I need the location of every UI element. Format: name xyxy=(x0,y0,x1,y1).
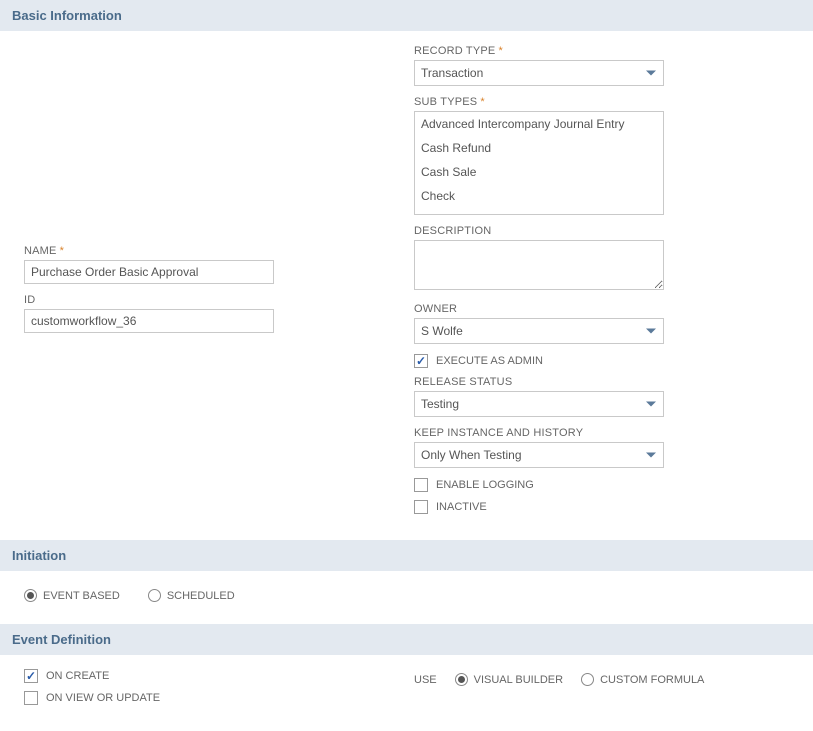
section-header-initiation: Initiation xyxy=(0,540,813,571)
id-input[interactable] xyxy=(24,309,274,333)
visual-builder-radio[interactable] xyxy=(455,673,468,686)
keep-instance-select[interactable]: Only When Testing xyxy=(414,442,664,468)
keep-instance-label: KEEP INSTANCE AND HISTORY xyxy=(414,427,789,439)
owner-label: OWNER xyxy=(414,303,789,315)
section-header-basic-info: Basic Information xyxy=(0,0,813,31)
use-label: USE xyxy=(414,674,437,686)
chevron-down-icon xyxy=(646,453,656,458)
event-based-label: EVENT BASED xyxy=(43,590,120,602)
enable-logging-checkbox[interactable] xyxy=(414,478,428,492)
inactive-label: INACTIVE xyxy=(436,501,487,513)
section-body-event-def: ON CREATE ON VIEW OR UPDATE USE VISUAL B… xyxy=(0,655,813,731)
list-item[interactable]: Cash Refund xyxy=(415,136,663,160)
record-type-select[interactable]: Transaction xyxy=(414,60,664,86)
sub-types-listbox[interactable]: Advanced Intercompany Journal Entry Cash… xyxy=(414,111,664,215)
sub-types-label: SUB TYPES* xyxy=(414,96,789,108)
execute-as-admin-checkbox[interactable] xyxy=(414,354,428,368)
on-view-or-update-checkbox[interactable] xyxy=(24,691,38,705)
inactive-checkbox[interactable] xyxy=(414,500,428,514)
chevron-down-icon xyxy=(646,329,656,334)
required-asterisk: * xyxy=(498,45,502,57)
on-create-label: ON CREATE xyxy=(46,670,109,682)
list-item[interactable]: Check xyxy=(415,184,663,208)
chevron-down-icon xyxy=(646,402,656,407)
description-label: DESCRIPTION xyxy=(414,225,789,237)
visual-builder-label: VISUAL BUILDER xyxy=(474,674,563,686)
section-header-event-def: Event Definition xyxy=(0,624,813,655)
record-type-label: RECORD TYPE* xyxy=(414,45,789,57)
section-body-basic-info: NAME* ID RECORD TYPE* Transaction xyxy=(0,31,813,540)
enable-logging-label: ENABLE LOGGING xyxy=(436,479,534,491)
scheduled-radio[interactable] xyxy=(148,589,161,602)
section-body-initiation: EVENT BASED SCHEDULED xyxy=(0,571,813,624)
name-label: NAME* xyxy=(24,245,374,257)
event-based-radio[interactable] xyxy=(24,589,37,602)
required-asterisk: * xyxy=(60,245,64,257)
section-title: Event Definition xyxy=(12,632,111,647)
custom-formula-label: CUSTOM FORMULA xyxy=(600,674,704,686)
list-item[interactable]: Cash Sale xyxy=(415,160,663,184)
release-status-select[interactable]: Testing xyxy=(414,391,664,417)
on-create-checkbox[interactable] xyxy=(24,669,38,683)
id-label: ID xyxy=(24,294,374,306)
owner-select[interactable]: S Wolfe xyxy=(414,318,664,344)
description-textarea[interactable] xyxy=(414,240,664,290)
section-title: Initiation xyxy=(12,548,66,563)
execute-as-admin-label: EXECUTE AS ADMIN xyxy=(436,355,543,367)
release-status-label: RELEASE STATUS xyxy=(414,376,789,388)
chevron-down-icon xyxy=(646,71,656,76)
section-title: Basic Information xyxy=(12,8,122,23)
custom-formula-radio[interactable] xyxy=(581,673,594,686)
on-view-or-update-label: ON VIEW OR UPDATE xyxy=(46,692,160,704)
name-input[interactable] xyxy=(24,260,274,284)
required-asterisk: * xyxy=(480,96,484,108)
list-item[interactable]: Advanced Intercompany Journal Entry xyxy=(415,112,663,136)
scheduled-label: SCHEDULED xyxy=(167,590,235,602)
